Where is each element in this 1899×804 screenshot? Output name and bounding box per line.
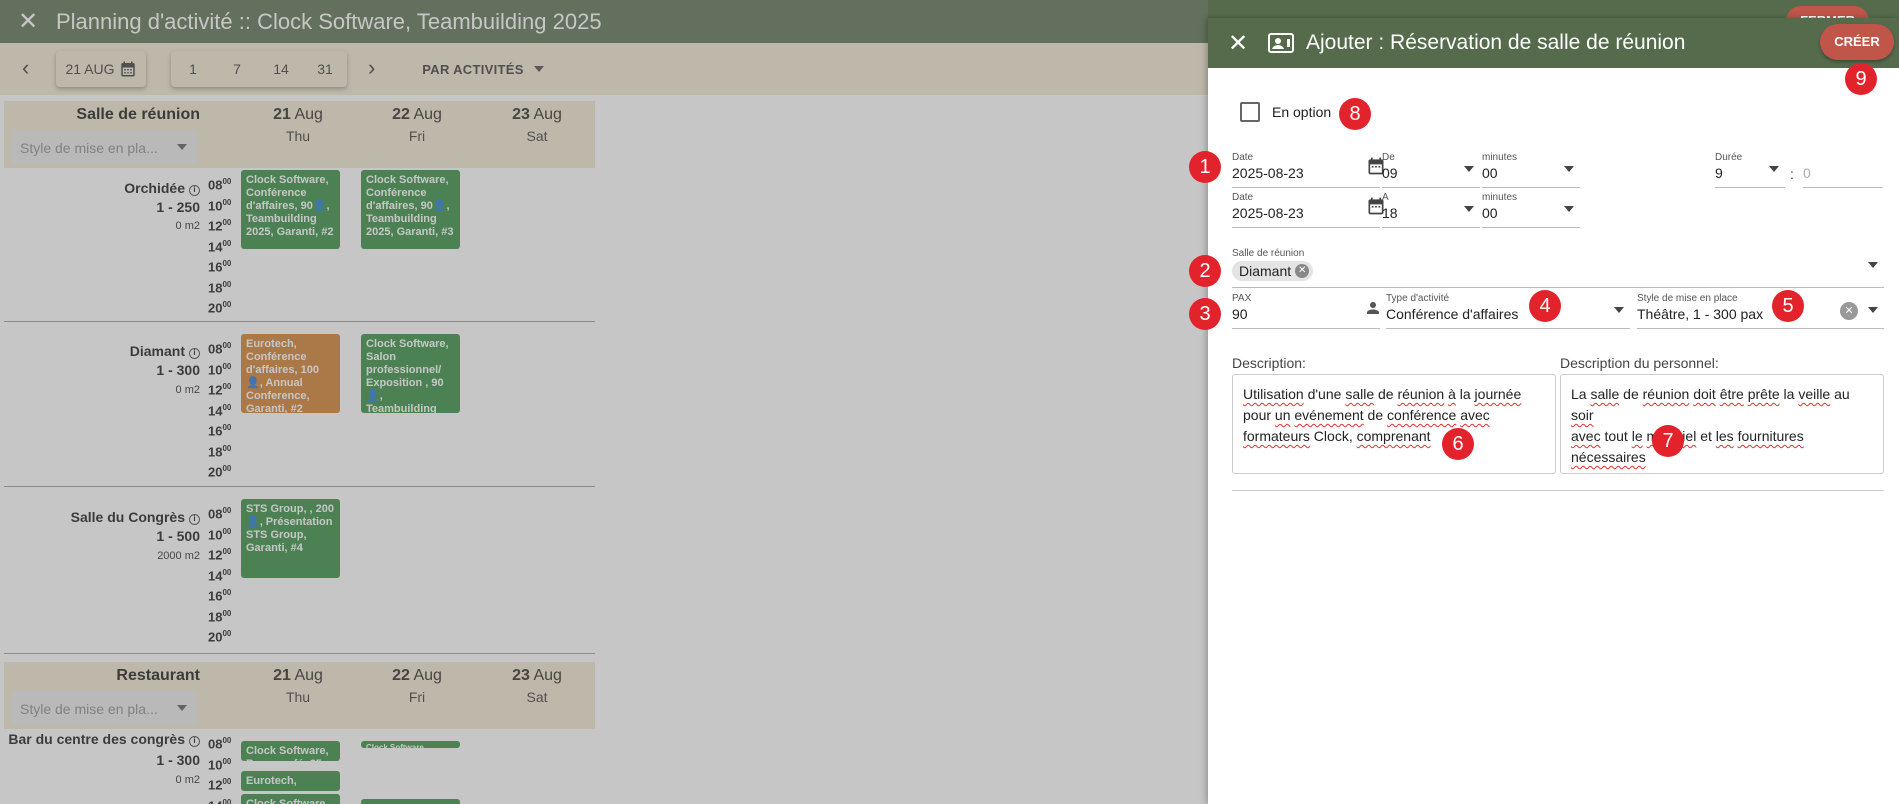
caret-down-icon — [1868, 307, 1878, 313]
end-hour-select[interactable]: A 18 — [1382, 192, 1480, 228]
annotation-badge-1: 1 — [1189, 151, 1221, 183]
create-button[interactable]: CRÉER — [1820, 24, 1894, 60]
caret-down-icon — [1769, 166, 1779, 172]
description-label: Description: — [1232, 355, 1306, 371]
caret-down-icon — [1564, 206, 1574, 212]
clear-icon[interactable]: ✕ — [1840, 302, 1858, 320]
chip-remove-icon[interactable]: ✕ — [1295, 264, 1310, 278]
duration-minutes-field[interactable]: 0 — [1803, 152, 1883, 188]
field-label: A — [1382, 192, 1389, 203]
description-line: Utilisation d'une salle de réunion à la … — [1243, 386, 1522, 402]
activity-type-select[interactable]: Type d'activité Conférence d'affaires — [1386, 293, 1630, 329]
annotation-badge-3: 3 — [1189, 298, 1221, 330]
annotation-badge-4: 4 — [1529, 290, 1561, 322]
field-value: 2025-08-23 — [1232, 165, 1304, 181]
staff-description-line: La salle de réunion doit être prête la v… — [1571, 386, 1850, 423]
annotation-badge-7: 7 — [1652, 425, 1684, 457]
staff-description-line: avec tout le matériel et les fournitures — [1571, 428, 1804, 444]
annotation-badge-6: 6 — [1442, 428, 1474, 460]
caret-down-icon — [1464, 166, 1474, 172]
drawer-title: Ajouter : Réservation de salle de réunio… — [1306, 31, 1686, 54]
field-value: 0 — [1803, 165, 1811, 181]
end-minutes-select[interactable]: minutes 00 — [1482, 192, 1580, 228]
room-select[interactable]: Salle de réunion Diamant ✕ — [1232, 248, 1884, 288]
caret-down-icon — [1564, 166, 1574, 172]
end-date-field[interactable]: Date 2025-08-23 — [1232, 192, 1384, 228]
form-divider — [1232, 490, 1884, 491]
start-hour-select[interactable]: De 09 — [1382, 152, 1480, 188]
annotation-badge-5: 5 — [1772, 290, 1804, 322]
field-value: Conférence d'affaires — [1386, 306, 1519, 322]
staff-description-textarea[interactable]: La salle de réunion doit être prête la v… — [1560, 374, 1884, 474]
field-label: minutes — [1482, 152, 1518, 163]
close-icon[interactable]: ✕ — [1228, 29, 1258, 58]
description-line: formateurs Clock, comprenant — [1243, 428, 1431, 444]
duration-hours-select[interactable]: Durée 9 — [1715, 152, 1785, 188]
caret-down-icon — [1868, 262, 1878, 268]
annotation-badge-8: 8 — [1339, 98, 1371, 130]
duration-separator: : — [1790, 166, 1794, 182]
field-label: Salle de réunion — [1232, 248, 1305, 259]
chip-label: Diamant — [1239, 263, 1292, 279]
caret-down-icon — [1464, 206, 1474, 212]
modal-backdrop[interactable] — [0, 0, 1208, 804]
annotation-badge-9: 9 — [1845, 63, 1877, 95]
pax-field[interactable]: PAX 90 — [1232, 293, 1380, 329]
person-icon — [1367, 302, 1379, 314]
field-value: 90 — [1232, 306, 1248, 322]
en-option-checkbox[interactable] — [1240, 102, 1260, 122]
annotation-badge-2: 2 — [1189, 255, 1221, 287]
description-line: pour un evénement de conférence avec — [1243, 407, 1490, 423]
start-minutes-select[interactable]: minutes 00 — [1482, 152, 1580, 188]
field-label: Date — [1232, 192, 1254, 203]
field-label: Type d'activité — [1386, 293, 1450, 304]
staff-description-label: Description du personnel: — [1560, 355, 1719, 371]
meeting-room-icon — [1268, 33, 1294, 53]
drawer-header: ✕ Ajouter : Réservation de salle de réun… — [1208, 18, 1899, 68]
field-label: De — [1382, 152, 1395, 163]
en-option-label: En option — [1272, 104, 1332, 120]
field-label: minutes — [1482, 192, 1518, 203]
caret-down-icon — [1614, 307, 1624, 313]
staff-description-line: nécessaires — [1571, 449, 1646, 465]
setup-style-select[interactable]: Style de mise en place Théâtre, 1 - 300 … — [1637, 293, 1884, 329]
field-label: Durée — [1715, 152, 1743, 163]
field-label: Date — [1232, 152, 1254, 163]
room-chip: Diamant ✕ — [1232, 261, 1314, 281]
field-label: PAX — [1232, 293, 1252, 304]
start-date-field[interactable]: Date 2025-08-23 — [1232, 152, 1384, 188]
field-value: 2025-08-23 — [1232, 205, 1304, 221]
description-textarea[interactable]: Utilisation d'une salle de réunion à la … — [1232, 374, 1556, 474]
